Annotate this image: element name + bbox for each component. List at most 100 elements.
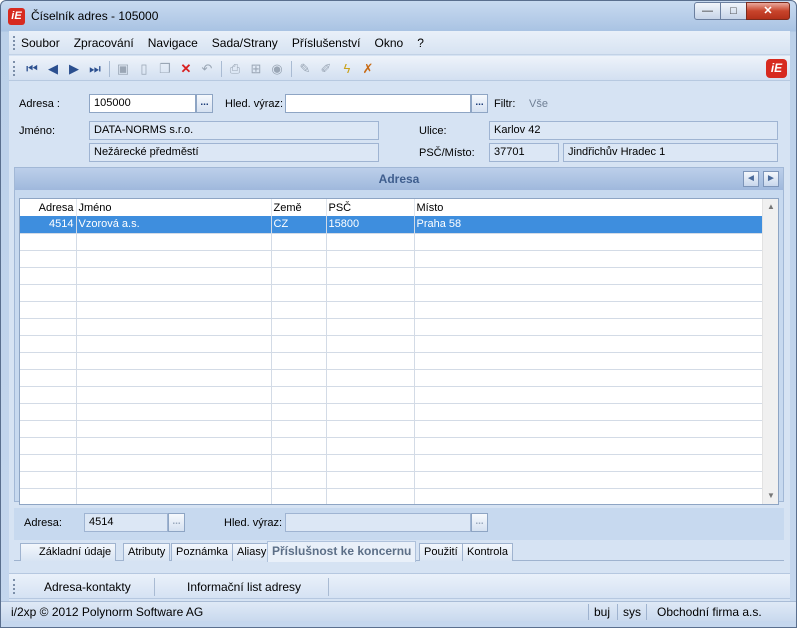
empty-cell[interactable] [326,471,415,489]
empty-table-row[interactable] [20,284,763,302]
wizard-icon[interactable]: ϟ [338,60,356,77]
table-row[interactable]: 4514 Vzorová a.s. CZ 15800 Praha 58 [20,216,763,234]
empty-cell[interactable] [326,454,415,472]
empty-cell[interactable] [414,386,763,404]
empty-table-row[interactable] [20,488,763,504]
empty-cell[interactable] [326,335,415,353]
empty-cell[interactable] [271,250,327,268]
filter-clear-icon[interactable]: ✗ [359,60,377,77]
close-button[interactable]: ✕ [746,2,790,20]
empty-cell[interactable] [271,352,327,370]
empty-table-row[interactable] [20,454,763,472]
empty-cell[interactable] [271,233,327,251]
empty-cell[interactable] [76,420,272,438]
empty-cell[interactable] [326,420,415,438]
menu-zpracovani[interactable]: Zpracování [74,36,134,50]
empty-cell[interactable] [271,386,327,404]
empty-table-row[interactable] [20,403,763,421]
menu-prislusenstvi[interactable]: Příslušenství [292,36,361,50]
empty-cell[interactable] [20,386,77,404]
empty-cell[interactable] [20,318,77,336]
empty-cell[interactable] [76,471,272,489]
empty-table-row[interactable] [20,267,763,285]
refresh-icon[interactable]: ◉ [268,60,286,77]
empty-cell[interactable] [271,284,327,302]
empty-table-row[interactable] [20,301,763,319]
empty-cell[interactable] [414,454,763,472]
empty-cell[interactable] [414,267,763,285]
copy-icon[interactable]: ❐ [156,60,174,77]
cell-jmeno[interactable]: Vzorová a.s. [76,216,272,234]
empty-cell[interactable] [414,403,763,421]
empty-cell[interactable] [76,250,272,268]
column-header-zeme[interactable]: Země [271,199,327,216]
tab-kontrola[interactable]: Kontrola [462,543,513,561]
adresa-lookup-button[interactable]: ... [196,94,213,113]
cell-adresa[interactable]: 4514 [20,216,77,234]
undo-icon[interactable]: ↶ [198,60,216,77]
cell-misto[interactable]: Praha 58 [414,216,763,234]
bottom-search-lookup-button[interactable]: ... [471,513,488,532]
empty-cell[interactable] [76,284,272,302]
delete-icon[interactable]: ✕ [177,60,195,77]
bottom-adresa-input[interactable]: 4514 [84,513,168,532]
next-record-icon[interactable]: ▶ [65,60,83,77]
empty-cell[interactable] [76,437,272,455]
tab-atributy[interactable]: Atributy [123,543,171,561]
menu-navigace[interactable]: Navigace [148,36,198,50]
empty-cell[interactable] [414,437,763,455]
empty-cell[interactable] [76,386,272,404]
empty-cell[interactable] [20,369,77,387]
empty-cell[interactable] [20,403,77,421]
empty-table-row[interactable] [20,437,763,455]
bottom-adresa-lookup-button[interactable]: ... [168,513,185,532]
empty-cell[interactable] [414,250,763,268]
empty-cell[interactable] [414,488,763,504]
empty-cell[interactable] [326,352,415,370]
empty-table-row[interactable] [20,369,763,387]
panel-next-button[interactable]: ► [763,171,779,187]
empty-cell[interactable] [20,250,77,268]
adresa-input[interactable]: 105000 [89,94,196,113]
empty-table-row[interactable] [20,233,763,251]
menu-okno[interactable]: Okno [375,36,404,50]
save-icon[interactable]: ▣ [114,60,132,77]
empty-table-row[interactable] [20,471,763,489]
empty-table-row[interactable] [20,386,763,404]
column-header-misto[interactable]: Místo [414,199,763,216]
cell-psc[interactable]: 15800 [326,216,415,234]
empty-table-row[interactable] [20,318,763,336]
empty-cell[interactable] [326,301,415,319]
empty-table-row[interactable] [20,420,763,438]
empty-cell[interactable] [76,318,272,336]
scroll-up-icon[interactable]: ▲ [763,199,778,215]
empty-cell[interactable] [20,471,77,489]
search-expression-input[interactable] [285,94,471,113]
empty-cell[interactable] [326,233,415,251]
adresa-kontakty-button[interactable]: Adresa-kontakty [44,580,131,594]
menu-help[interactable]: ? [417,36,424,50]
empty-cell[interactable] [414,352,763,370]
empty-table-row[interactable] [20,335,763,353]
empty-cell[interactable] [76,488,272,504]
empty-cell[interactable] [271,420,327,438]
empty-cell[interactable] [20,284,77,302]
empty-cell[interactable] [271,488,327,504]
cell-zeme[interactable]: CZ [271,216,327,234]
empty-cell[interactable] [76,267,272,285]
grid-vertical-scrollbar[interactable]: ▲ ▼ [762,199,778,504]
empty-cell[interactable] [326,250,415,268]
column-header-psc[interactable]: PSČ [326,199,415,216]
menu-soubor[interactable]: Soubor [21,36,60,50]
empty-cell[interactable] [414,335,763,353]
empty-cell[interactable] [76,352,272,370]
empty-cell[interactable] [326,267,415,285]
edit-disabled-icon[interactable]: ✐ [317,60,335,77]
empty-cell[interactable] [20,301,77,319]
empty-cell[interactable] [271,301,327,319]
empty-cell[interactable] [76,233,272,251]
search-expression-lookup-button[interactable]: ... [471,94,488,113]
empty-cell[interactable] [76,369,272,387]
empty-cell[interactable] [76,454,272,472]
menu-sada-strany[interactable]: Sada/Strany [212,36,278,50]
